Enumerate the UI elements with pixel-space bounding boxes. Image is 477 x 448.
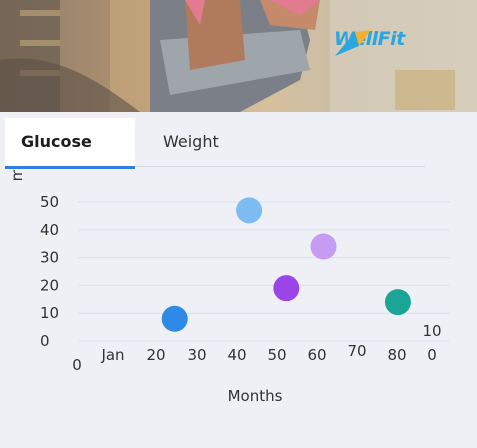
data-point[interactable]	[161, 305, 188, 332]
x-tick-label: 10 0	[422, 322, 441, 364]
x-tick-label: 70	[347, 342, 366, 360]
hero-photo: WellFit	[0, 0, 477, 112]
x-tick-label: 0	[72, 356, 82, 374]
tab-weight[interactable]: Weight	[163, 118, 283, 166]
y-tick-label: 50	[40, 193, 59, 211]
y-tick-label: 40	[40, 221, 59, 239]
y-tick-label: 30	[40, 249, 59, 267]
x-tick-label: 60	[307, 346, 326, 364]
x-tick-label: 80	[387, 346, 406, 364]
x-tick-label: 50	[267, 346, 286, 364]
x-axis-label: Months	[228, 387, 283, 405]
data-point[interactable]	[310, 233, 337, 260]
y-axis-label: ml	[8, 170, 26, 181]
y-axis-ticks: 0 10 20 30 40 50	[40, 193, 59, 350]
tab-bar: Glucose Weight	[5, 118, 425, 169]
x-tick-label: Jan	[100, 346, 124, 364]
data-points	[161, 197, 411, 332]
wellfit-logo-icon	[335, 30, 371, 56]
data-point[interactable]	[384, 289, 411, 316]
app-screen: WellFit Glucose Weight 0 10 20 30 40 50 0 Jan 2…	[0, 0, 477, 448]
tab-glucose[interactable]: Glucose	[5, 118, 135, 169]
chart-gridlines	[78, 201, 450, 342]
x-tick-label: 40	[227, 346, 246, 364]
y-tick-label: 20	[40, 276, 59, 294]
y-tick-label: 0	[40, 332, 50, 350]
x-axis-ticks: 0 Jan 20 30 40 50 60 70 80 10 0	[72, 322, 441, 374]
glucose-scatter-chart: 0 10 20 30 40 50 0 Jan 20 30 40 50 60 70 80 10 0 ml Mon…	[8, 170, 450, 405]
brand-logo: WellFit	[333, 28, 405, 56]
data-point[interactable]	[273, 275, 300, 302]
x-tick-label: 30	[187, 346, 206, 364]
x-tick-label: 20	[146, 346, 165, 364]
y-tick-label: 10	[40, 304, 59, 322]
gym-photo-graphic	[0, 0, 477, 112]
data-point[interactable]	[236, 197, 263, 224]
